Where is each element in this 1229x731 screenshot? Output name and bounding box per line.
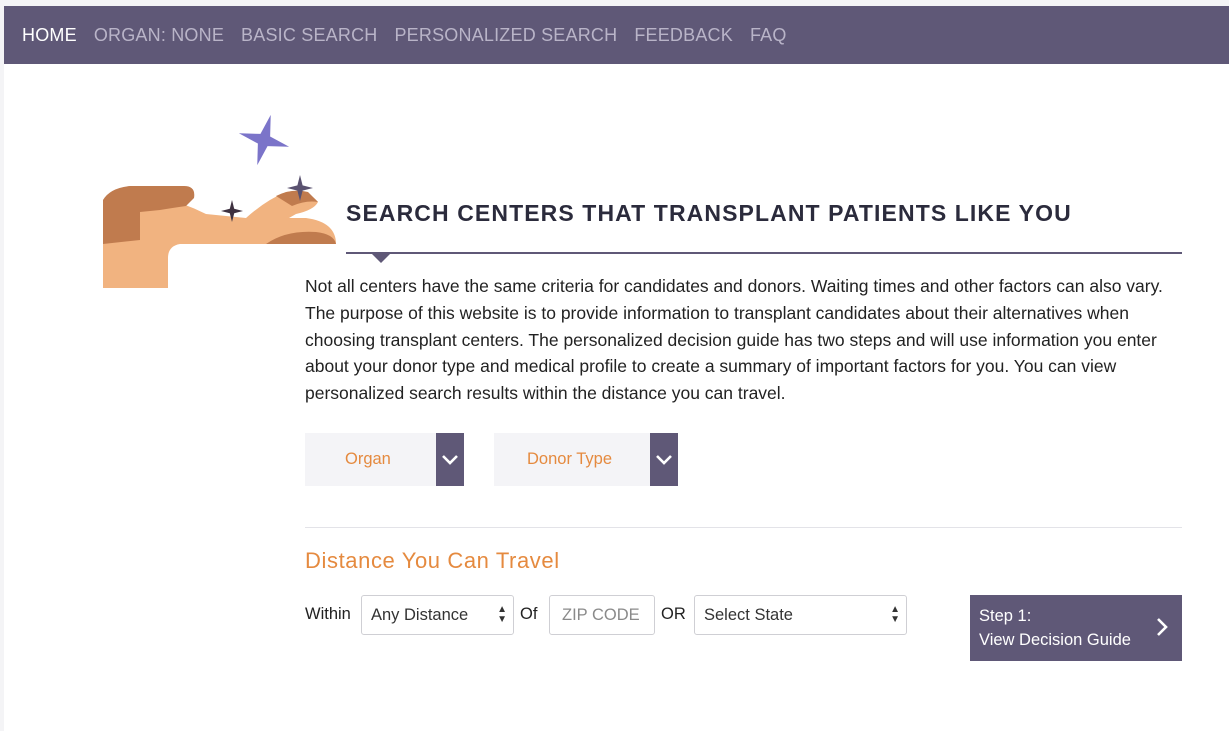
within-label: Within [305,605,351,623]
chevron-down-icon[interactable] [650,433,678,486]
intro-paragraph: Not all centers have the same criteria f… [305,276,1163,404]
distance-section-title: Distance You Can Travel [305,548,560,573]
nav-organ[interactable]: ORGAN: NONE [94,25,224,46]
step-button-line1: Step 1: [979,607,1032,625]
donor-type-dropdown[interactable]: Donor Type [494,433,678,486]
state-select[interactable]: Select State ▲ ▼ [694,595,907,635]
step-button-line2: View Decision Guide [979,631,1131,649]
view-decision-guide-button[interactable]: Step 1: View Decision Guide [970,595,1182,661]
title-underline-notch [371,253,391,263]
title-underline [346,252,1182,254]
distance-select-value: Any Distance [371,605,469,624]
select-arrows-icon: ▲ ▼ [890,604,900,625]
or-label: OR [661,605,686,623]
of-label: Of [520,605,538,623]
nav-home[interactable]: HOME [22,25,77,46]
page-title: SEARCH CENTERS THAT TRANSPLANT PATIENTS … [346,200,1072,226]
nav-faq[interactable]: FAQ [750,25,787,46]
section-divider [305,527,1182,528]
distance-select[interactable]: Any Distance ▲ ▼ [361,595,514,635]
organ-dropdown-label: Organ [345,450,391,468]
chevron-down-icon[interactable] [436,433,464,486]
nav-feedback[interactable]: FEEDBACK [634,25,733,46]
donor-type-dropdown-label: Donor Type [527,450,612,468]
nav-basic-search[interactable]: BASIC SEARCH [241,25,377,46]
organ-dropdown[interactable]: Organ [305,433,464,486]
hand-stars-illustration [103,114,336,288]
select-arrows-icon: ▲ ▼ [497,604,507,625]
chevron-right-icon [1156,617,1168,644]
top-navigation: HOME ORGAN: NONE BASIC SEARCH PERSONALIZ… [4,6,1229,64]
nav-personalized-search[interactable]: PERSONALIZED SEARCH [394,25,617,46]
sparkle-star-large [238,114,290,166]
state-select-value: Select State [704,605,793,624]
zip-code-input[interactable] [549,595,655,635]
